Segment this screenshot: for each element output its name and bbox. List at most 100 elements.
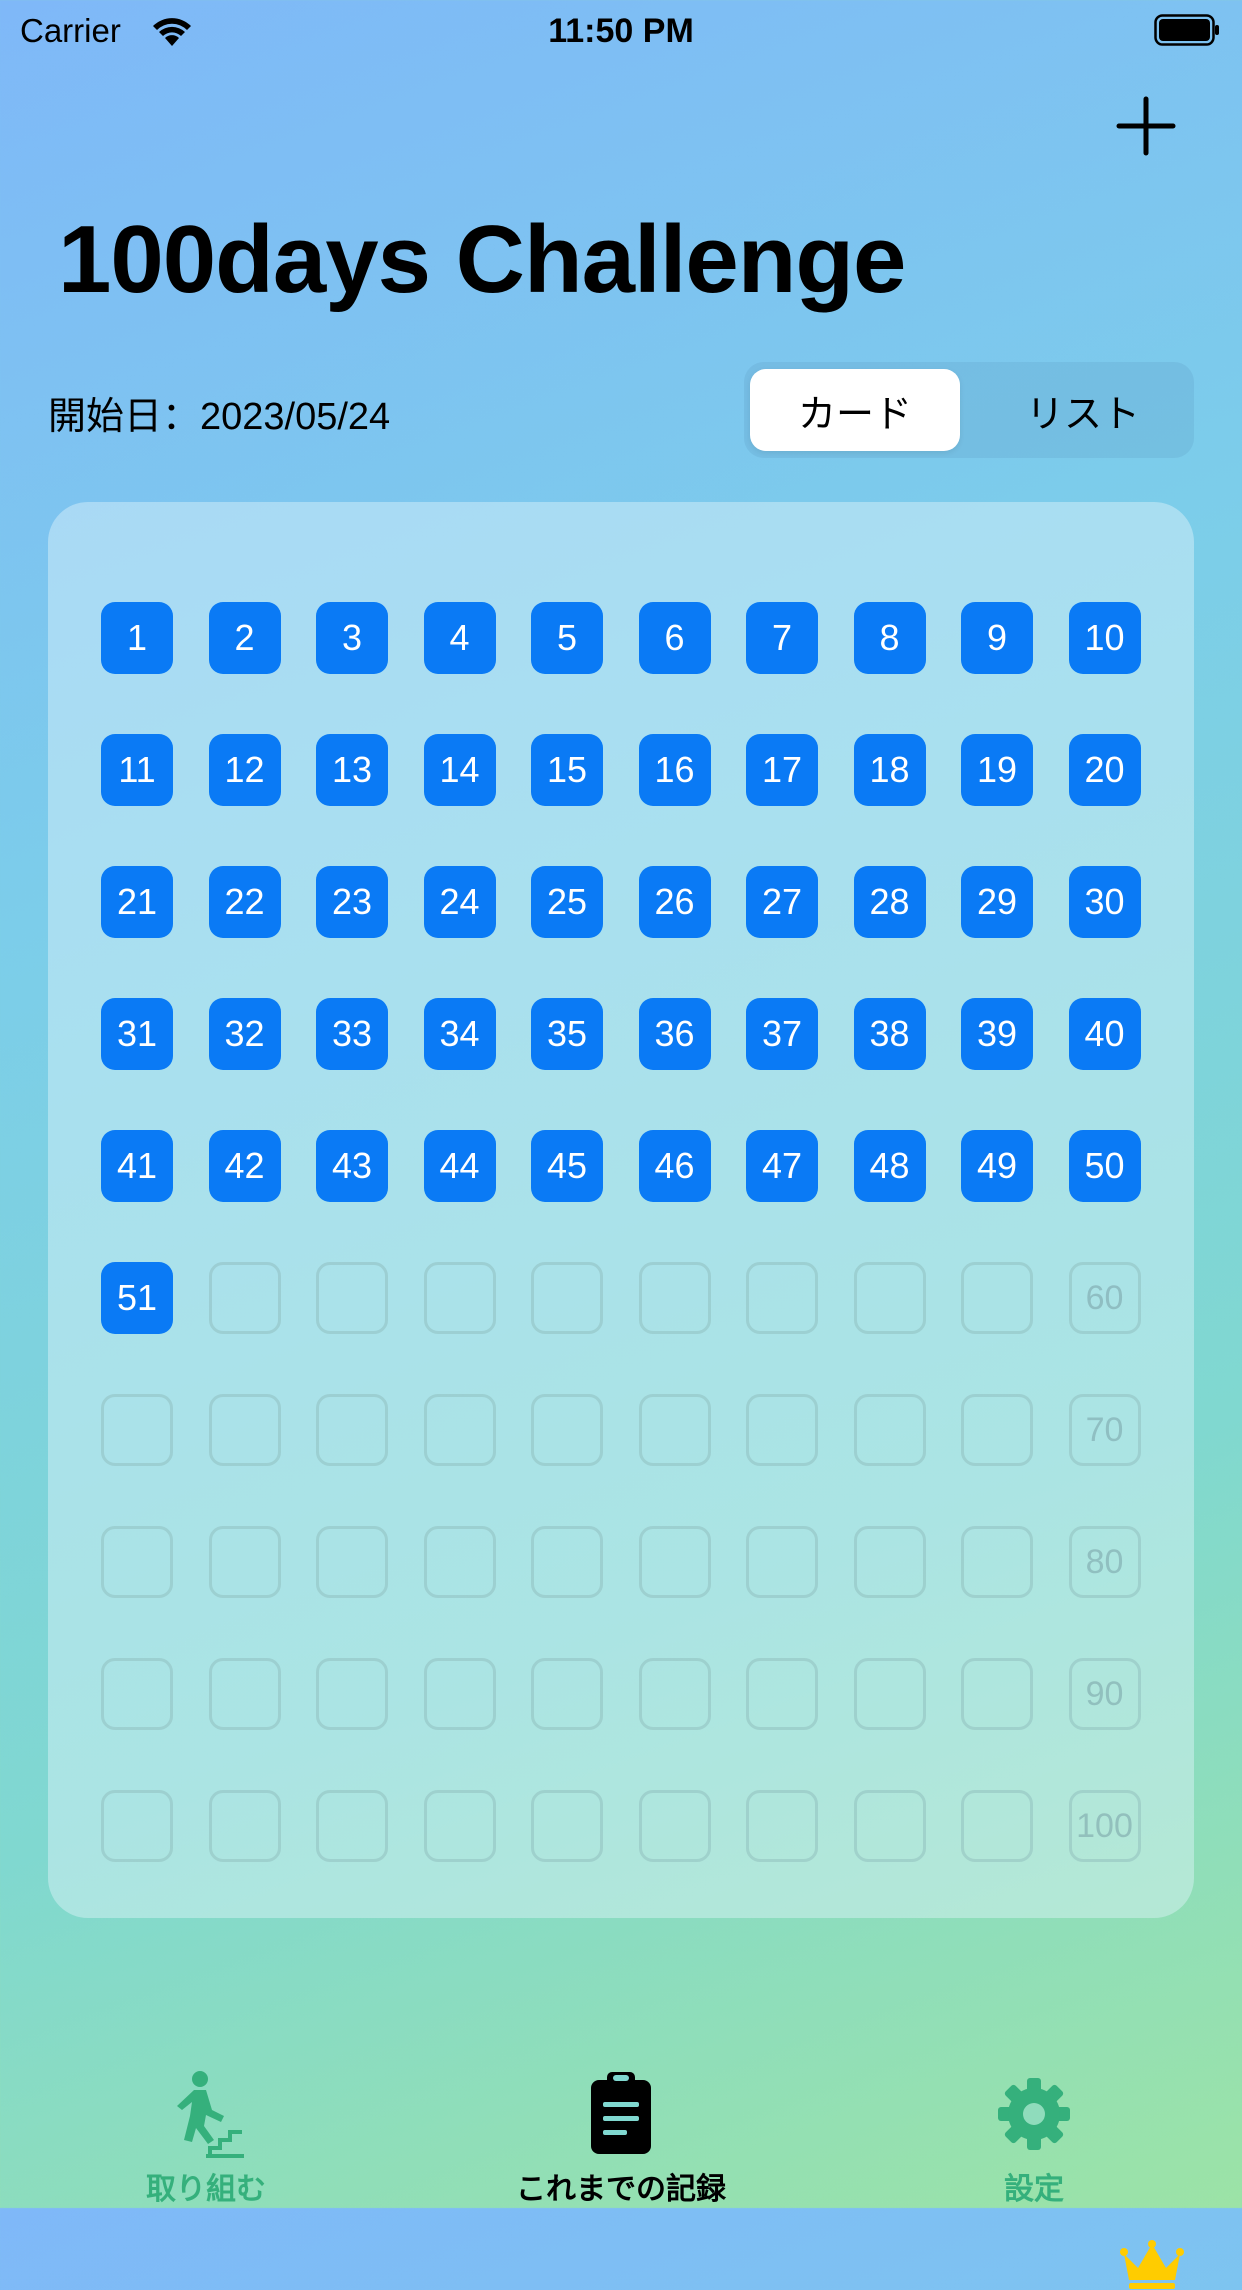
day-cell[interactable]: 38 (853, 998, 926, 1070)
day-cell[interactable]: 50 (1068, 1130, 1141, 1202)
day-cell[interactable]: 10 (1068, 602, 1141, 674)
day-cell[interactable] (101, 1790, 173, 1862)
day-cell[interactable]: 13 (316, 734, 388, 806)
day-cell[interactable]: 35 (531, 998, 603, 1070)
tab-settings[interactable]: 設定 (904, 2060, 1164, 2208)
day-cell[interactable]: 21 (101, 866, 173, 938)
day-cell[interactable]: 48 (853, 1130, 926, 1202)
day-cell[interactable] (208, 1658, 281, 1730)
day-cell[interactable]: 43 (316, 1130, 388, 1202)
day-cell[interactable]: 40 (1068, 998, 1141, 1070)
day-cell[interactable] (531, 1790, 603, 1862)
day-cell[interactable] (638, 1658, 711, 1730)
day-cell[interactable]: 28 (853, 866, 926, 938)
day-cell[interactable] (853, 1394, 926, 1466)
day-cell[interactable] (961, 1262, 1033, 1334)
day-cell[interactable] (423, 1790, 496, 1862)
day-cell[interactable]: 31 (101, 998, 173, 1070)
day-cell[interactable] (961, 1526, 1033, 1598)
day-cell[interactable]: 29 (961, 866, 1033, 938)
add-button[interactable] (1116, 96, 1176, 156)
day-cell[interactable]: 34 (423, 998, 496, 1070)
day-cell[interactable] (101, 1394, 173, 1466)
day-cell[interactable]: 1 (101, 602, 173, 674)
day-cell[interactable] (853, 1262, 926, 1334)
day-cell[interactable] (746, 1394, 818, 1466)
day-cell[interactable]: 70 (1068, 1394, 1141, 1466)
day-cell[interactable] (638, 1262, 711, 1334)
day-cell[interactable]: 100 (1068, 1790, 1141, 1862)
day-cell[interactable] (316, 1262, 388, 1334)
day-cell[interactable] (853, 1790, 926, 1862)
day-cell[interactable]: 90 (1068, 1658, 1141, 1730)
segment-card[interactable]: カード (750, 369, 960, 451)
day-cell[interactable]: 27 (746, 866, 818, 938)
day-cell[interactable]: 22 (208, 866, 281, 938)
day-cell[interactable] (423, 1262, 496, 1334)
segment-list[interactable]: リスト (978, 369, 1188, 451)
day-cell[interactable] (101, 1526, 173, 1598)
day-cell[interactable]: 11 (101, 734, 173, 806)
tab-practice[interactable]: 取り組む (76, 2060, 336, 2208)
day-cell[interactable]: 80 (1068, 1526, 1141, 1598)
day-cell[interactable]: 2 (208, 602, 281, 674)
day-cell[interactable] (101, 1658, 173, 1730)
day-cell[interactable]: 47 (746, 1130, 818, 1202)
day-cell[interactable]: 39 (961, 998, 1033, 1070)
day-cell[interactable]: 45 (531, 1130, 603, 1202)
day-cell[interactable] (746, 1262, 818, 1334)
day-cell[interactable] (208, 1394, 281, 1466)
day-cell[interactable] (961, 1394, 1033, 1466)
day-cell[interactable]: 30 (1068, 866, 1141, 938)
day-cell[interactable]: 23 (316, 866, 388, 938)
day-cell[interactable] (316, 1394, 388, 1466)
day-cell[interactable] (208, 1526, 281, 1598)
day-cell[interactable] (208, 1790, 281, 1862)
day-cell[interactable] (746, 1790, 818, 1862)
day-cell[interactable]: 51 (101, 1262, 173, 1334)
day-cell[interactable] (531, 1526, 603, 1598)
day-cell[interactable] (423, 1394, 496, 1466)
tab-records[interactable]: これまでの記録 (491, 2060, 751, 2208)
day-cell[interactable]: 44 (423, 1130, 496, 1202)
day-cell[interactable]: 32 (208, 998, 281, 1070)
day-cell[interactable]: 16 (638, 734, 711, 806)
day-cell[interactable] (638, 1526, 711, 1598)
day-cell[interactable]: 41 (101, 1130, 173, 1202)
day-cell[interactable] (531, 1394, 603, 1466)
day-cell[interactable]: 25 (531, 866, 603, 938)
day-cell[interactable]: 4 (423, 602, 496, 674)
day-cell[interactable] (208, 1262, 281, 1334)
day-cell[interactable]: 12 (208, 734, 281, 806)
day-cell[interactable]: 60 (1068, 1262, 1141, 1334)
day-cell[interactable]: 9 (961, 602, 1033, 674)
day-cell[interactable] (853, 1658, 926, 1730)
day-cell[interactable]: 24 (423, 866, 496, 938)
day-cell[interactable] (316, 1658, 388, 1730)
day-cell[interactable]: 15 (531, 734, 603, 806)
day-cell[interactable]: 17 (746, 734, 818, 806)
day-cell[interactable]: 14 (423, 734, 496, 806)
day-cell[interactable] (423, 1658, 496, 1730)
day-cell[interactable]: 19 (961, 734, 1033, 806)
day-cell[interactable]: 18 (853, 734, 926, 806)
day-cell[interactable]: 33 (316, 998, 388, 1070)
day-cell[interactable]: 5 (531, 602, 603, 674)
day-cell[interactable]: 3 (316, 602, 388, 674)
day-cell[interactable] (531, 1262, 603, 1334)
day-cell[interactable]: 6 (638, 602, 711, 674)
day-cell[interactable]: 42 (208, 1130, 281, 1202)
day-cell[interactable] (961, 1658, 1033, 1730)
day-cell[interactable]: 8 (853, 602, 926, 674)
day-cell[interactable] (316, 1790, 388, 1862)
day-cell[interactable] (853, 1526, 926, 1598)
day-cell[interactable] (531, 1658, 603, 1730)
day-cell[interactable]: 26 (638, 866, 711, 938)
day-cell[interactable] (316, 1526, 388, 1598)
day-cell[interactable] (638, 1394, 711, 1466)
day-cell[interactable]: 46 (638, 1130, 711, 1202)
day-cell[interactable]: 36 (638, 998, 711, 1070)
day-cell[interactable] (746, 1658, 818, 1730)
day-cell[interactable] (746, 1526, 818, 1598)
day-cell[interactable]: 37 (746, 998, 818, 1070)
